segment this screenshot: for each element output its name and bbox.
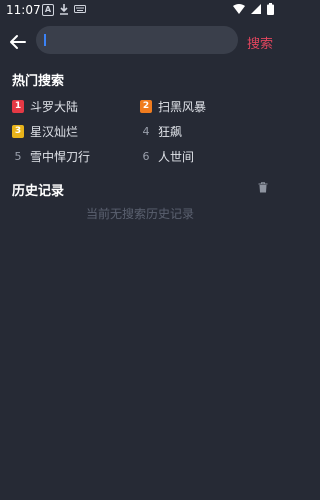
back-arrow-icon[interactable] (8, 32, 28, 52)
keyboard-icon (74, 5, 86, 13)
hot-search-label: 雪中悍刀行 (30, 149, 91, 164)
rank-badge: 2 (140, 99, 152, 113)
signal-icon (251, 4, 261, 14)
search-input[interactable] (36, 26, 238, 54)
history-title: 历史记录 (12, 184, 65, 199)
hot-search-item[interactable]: 6 人世间 (140, 147, 195, 165)
status-time: 11:07 (6, 3, 41, 17)
hot-search-label: 斗罗大陆 (30, 99, 79, 114)
hot-search-label: 星汉灿烂 (30, 124, 79, 139)
rank-badge: 1 (12, 99, 24, 113)
hot-search-title: 热门搜索 (12, 74, 65, 89)
wifi-icon (233, 4, 245, 14)
a-notification-icon: A (42, 4, 54, 16)
history-empty-text: 当前无搜索历史记录 (85, 207, 194, 221)
hot-search-item[interactable]: 1 斗罗大陆 (12, 97, 78, 115)
rank-badge: 3 (12, 124, 24, 138)
hot-search-item[interactable]: 2 扫黑风暴 (140, 97, 206, 115)
rank-number: 6 (142, 149, 150, 163)
trash-icon[interactable] (258, 182, 268, 193)
hot-search-label: 扫黑风暴 (158, 99, 207, 114)
rank-number: 4 (142, 124, 150, 138)
hot-search-label: 人世间 (158, 149, 195, 164)
hot-search-label: 狂飙 (158, 124, 183, 139)
rank-number: 5 (14, 149, 22, 163)
hot-search-item[interactable]: 5 雪中悍刀行 (12, 147, 91, 165)
search-button[interactable]: 搜索 (247, 33, 273, 52)
text-cursor (44, 34, 46, 46)
download-icon (60, 4, 68, 15)
battery-icon (267, 3, 274, 15)
hot-search-item[interactable]: 4 狂飙 (140, 122, 183, 140)
search-header: 搜索 (0, 24, 280, 58)
status-bar: 11:07 A (0, 0, 280, 22)
hot-search-item[interactable]: 3 星汉灿烂 (12, 122, 78, 140)
